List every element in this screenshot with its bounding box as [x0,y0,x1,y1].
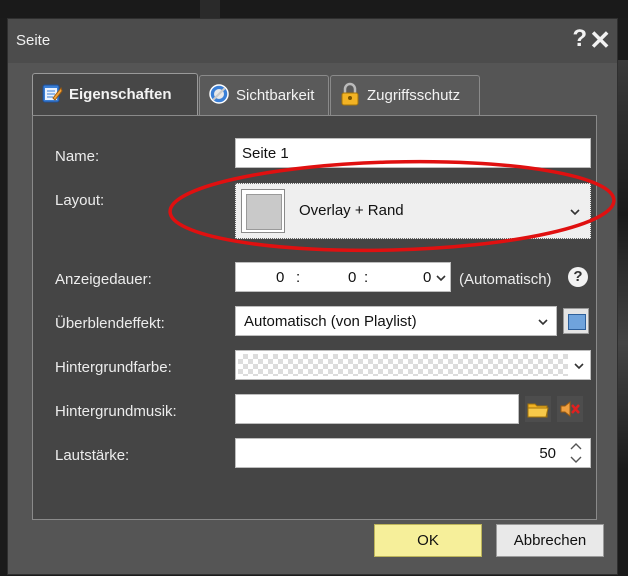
tab-label: Sichtbarkeit [236,87,315,104]
layout-label: Layout: [55,192,105,209]
duration-input[interactable]: 0 : 0 : 0 [235,262,451,292]
background-right [618,60,628,575]
cancel-button[interactable]: Abbrechen [496,524,604,557]
properties-panel: Name: Seite 1 Layout: Overlay + Rand Anz… [32,115,597,520]
name-input[interactable]: Seite 1 [235,138,591,168]
volume-label: Lautstärke: [55,447,130,464]
chevron-down-icon [570,209,580,216]
bgmusic-input[interactable] [235,394,519,424]
folder-open-button[interactable] [525,396,551,422]
transparent-swatch [238,354,568,376]
duration-label: Anzeigedauer: [55,271,152,288]
transition-select[interactable]: Automatisch (von Playlist) [235,306,557,336]
layout-select[interactable]: Overlay + Rand [235,183,591,239]
screen-icon [568,314,586,330]
speaker-mute-icon [560,400,580,418]
duration-auto-text: (Automatisch) [459,271,552,288]
tab-label: Eigenschaften [69,86,172,103]
transition-value: Automatisch (von Playlist) [244,313,417,330]
eye-icon [208,83,230,109]
dialog-titlebar: Seite ? ✕ [8,19,617,63]
dialog-footer: OK Abbrechen [8,520,617,576]
page-dialog: Seite ? ✕ Eigenschaften Sichtbarkeit Zug… [7,18,618,575]
duration-sep: : [296,269,301,286]
tab-zugriffsschutz[interactable]: Zugriffsschutz [330,75,480,115]
help-button[interactable]: ? [572,25,587,53]
chevron-up-icon[interactable] [570,442,582,451]
layout-value: Overlay + Rand [299,202,404,219]
background-top [0,0,628,18]
tab-label: Zugriffsschutz [367,87,461,104]
dialog-title: Seite [16,32,51,49]
layout-thumbnail [241,189,285,233]
close-button[interactable]: ✕ [589,25,611,55]
mute-button[interactable] [557,396,583,422]
bgcolor-select[interactable] [235,350,591,380]
duration-seconds: 0 [423,269,432,286]
ok-button[interactable]: OK [374,524,482,557]
help-circle-icon[interactable]: ? [568,267,588,287]
transition-label: Überblendeffekt: [55,315,165,332]
name-label: Name: [55,148,100,165]
folder-icon [527,403,549,418]
tab-eigenschaften[interactable]: Eigenschaften [32,73,198,115]
padlock-icon [339,82,361,110]
tab-sichtbarkeit[interactable]: Sichtbarkeit [199,75,329,115]
transition-preview-button[interactable] [563,308,589,334]
notepad-pencil-icon [41,82,63,108]
chevron-down-icon [538,319,548,326]
duration-sep: : [364,269,369,286]
chevron-down-icon [574,363,584,370]
volume-value: 50 [539,445,556,462]
background-top-accent [200,0,220,18]
bgcolor-label: Hintergrundfarbe: [55,359,172,376]
volume-stepper[interactable]: 50 [235,438,591,468]
chevron-down-icon[interactable] [570,455,582,464]
bgmusic-label: Hintergrundmusik: [55,403,177,420]
duration-hours: 0 [276,269,285,286]
chevron-down-icon[interactable] [436,273,446,283]
duration-minutes: 0 [348,269,357,286]
